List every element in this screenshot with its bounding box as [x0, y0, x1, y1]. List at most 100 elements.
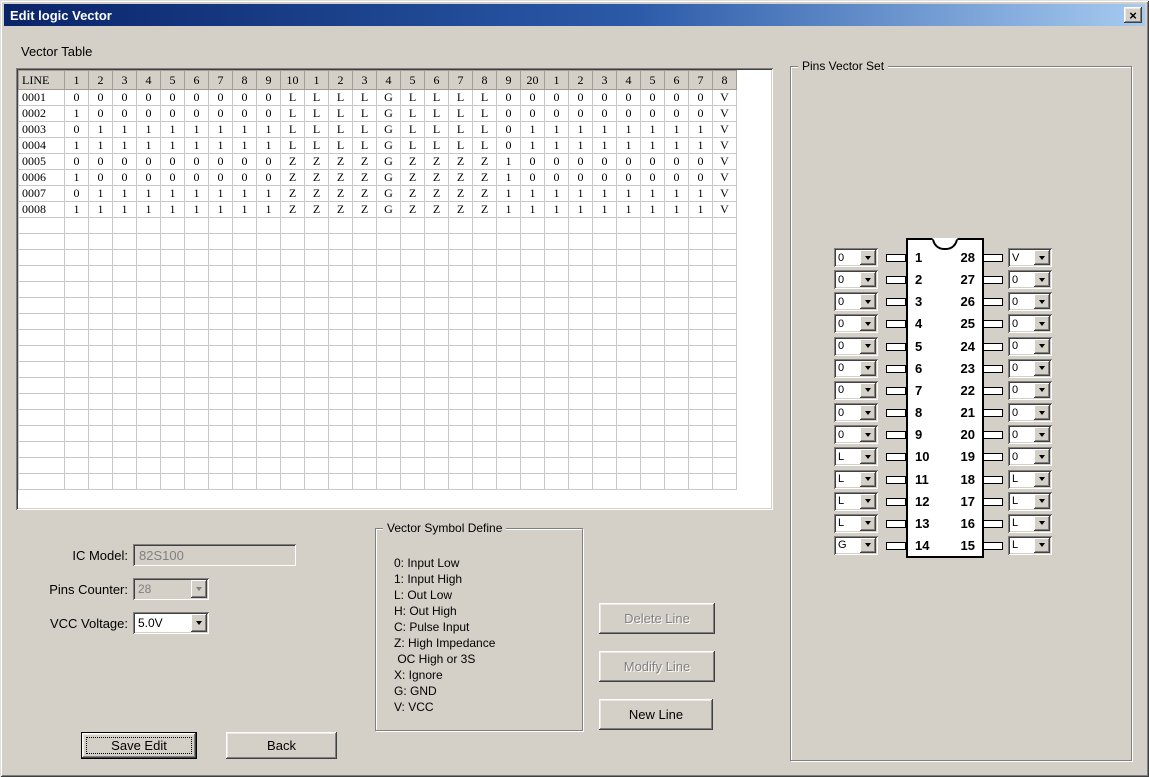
vector-cell[interactable]: 0: [569, 170, 593, 186]
vector-cell[interactable]: Z: [449, 170, 473, 186]
dropdown-arrow-icon[interactable]: [191, 614, 207, 632]
line-number-cell[interactable]: 0007: [19, 186, 65, 202]
vector-cell[interactable]: 0: [665, 154, 689, 170]
pin-14-combo[interactable]: G: [834, 536, 878, 555]
vector-cell[interactable]: Z: [353, 186, 377, 202]
pin-12-combo[interactable]: L: [834, 492, 878, 511]
vector-cell[interactable]: 0: [641, 170, 665, 186]
vector-cell[interactable]: 0: [209, 170, 233, 186]
vector-cell[interactable]: 1: [113, 186, 137, 202]
vector-cell[interactable]: 0: [233, 90, 257, 106]
vector-table[interactable]: LINE123456789101234567892012345678000100…: [16, 68, 773, 510]
vector-cell[interactable]: 0: [617, 90, 641, 106]
pin-28-combo[interactable]: V: [1008, 248, 1052, 267]
vector-cell[interactable]: 1: [89, 186, 113, 202]
vector-cell[interactable]: 0: [113, 90, 137, 106]
vector-cell[interactable]: Z: [329, 154, 353, 170]
vector-cell[interactable]: 0: [689, 170, 713, 186]
vector-cell[interactable]: V: [713, 202, 737, 218]
pin-13-combo[interactable]: L: [834, 514, 878, 533]
vector-cell[interactable]: Z: [473, 170, 497, 186]
vector-cell[interactable]: 0: [521, 170, 545, 186]
vector-cell[interactable]: G: [377, 202, 401, 218]
vector-cell[interactable]: 1: [185, 138, 209, 154]
vector-cell[interactable]: 1: [497, 202, 521, 218]
vector-cell[interactable]: 1: [89, 138, 113, 154]
vector-cell[interactable]: 1: [257, 186, 281, 202]
vector-cell[interactable]: L: [449, 122, 473, 138]
line-number-cell[interactable]: 0002: [19, 106, 65, 122]
vector-row[interactable]: 0001000000000LLLLGLLLL000000000V: [19, 90, 737, 106]
line-number-cell[interactable]: 0005: [19, 154, 65, 170]
pin-8-combo[interactable]: 0: [834, 403, 878, 422]
vector-cell[interactable]: 1: [617, 202, 641, 218]
vector-cell[interactable]: 1: [569, 122, 593, 138]
pin-24-combo[interactable]: 0: [1008, 337, 1052, 356]
vector-cell[interactable]: 0: [137, 170, 161, 186]
vector-cell[interactable]: 1: [65, 202, 89, 218]
dropdown-arrow-icon[interactable]: [860, 449, 876, 464]
line-number-cell[interactable]: 0001: [19, 90, 65, 106]
dropdown-arrow-icon[interactable]: [860, 494, 876, 509]
vector-cell[interactable]: 1: [65, 106, 89, 122]
vector-row[interactable]: 0003011111111LLLLGLLLL011111111V: [19, 122, 737, 138]
vector-cell[interactable]: 1: [497, 154, 521, 170]
pin-26-combo[interactable]: 0: [1008, 292, 1052, 311]
vector-cell[interactable]: 1: [545, 202, 569, 218]
vector-cell[interactable]: 1: [689, 202, 713, 218]
vector-cell[interactable]: G: [377, 122, 401, 138]
vector-cell[interactable]: 0: [665, 170, 689, 186]
vector-cell[interactable]: 0: [89, 154, 113, 170]
vector-cell[interactable]: 1: [689, 122, 713, 138]
pin-7-combo[interactable]: 0: [834, 381, 878, 400]
pin-9-combo[interactable]: 0: [834, 425, 878, 444]
dropdown-arrow-icon[interactable]: [860, 272, 876, 287]
vector-cell[interactable]: 1: [545, 138, 569, 154]
ic-model-field[interactable]: 82S100: [133, 544, 296, 566]
pin-15-combo[interactable]: L: [1008, 536, 1052, 555]
vector-cell[interactable]: Z: [281, 186, 305, 202]
delete-line-button[interactable]: Delete Line: [599, 603, 715, 634]
dropdown-arrow-icon[interactable]: [1034, 383, 1050, 398]
vector-cell[interactable]: 1: [137, 186, 161, 202]
vector-cell[interactable]: 0: [641, 106, 665, 122]
pin-23-combo[interactable]: 0: [1008, 359, 1052, 378]
vector-cell[interactable]: 1: [209, 186, 233, 202]
vector-cell[interactable]: 0: [569, 90, 593, 106]
vector-cell[interactable]: L: [449, 106, 473, 122]
vector-cell[interactable]: 0: [497, 138, 521, 154]
vector-cell[interactable]: G: [377, 138, 401, 154]
vector-cell[interactable]: L: [305, 122, 329, 138]
save-edit-button[interactable]: Save Edit: [81, 732, 197, 759]
vector-cell[interactable]: 1: [665, 202, 689, 218]
vector-cell[interactable]: 0: [137, 154, 161, 170]
vector-row[interactable]: 0005000000000ZZZZGZZZZ100000000V: [19, 154, 737, 170]
vector-cell[interactable]: 0: [113, 106, 137, 122]
vector-cell[interactable]: 0: [257, 170, 281, 186]
modify-line-button[interactable]: Modify Line: [599, 651, 715, 682]
vector-cell[interactable]: 1: [545, 122, 569, 138]
dropdown-arrow-icon[interactable]: [1034, 250, 1050, 265]
vector-cell[interactable]: 1: [233, 138, 257, 154]
vector-cell[interactable]: Z: [329, 170, 353, 186]
vector-cell[interactable]: 0: [233, 170, 257, 186]
vector-cell[interactable]: 1: [521, 122, 545, 138]
dropdown-arrow-icon[interactable]: [860, 405, 876, 420]
vector-cell[interactable]: 1: [665, 138, 689, 154]
vector-cell[interactable]: 1: [65, 138, 89, 154]
dropdown-arrow-icon[interactable]: [1034, 272, 1050, 287]
vector-cell[interactable]: 0: [617, 154, 641, 170]
dropdown-arrow-icon[interactable]: [1034, 538, 1050, 553]
dropdown-arrow-icon[interactable]: [860, 427, 876, 442]
vector-cell[interactable]: Z: [449, 202, 473, 218]
vector-cell[interactable]: Z: [353, 170, 377, 186]
vector-row[interactable]: 0002100000000LLLLGLLLL000000000V: [19, 106, 737, 122]
dropdown-arrow-icon[interactable]: [1034, 427, 1050, 442]
pin-5-combo[interactable]: 0: [834, 337, 878, 356]
dropdown-arrow-icon[interactable]: [860, 294, 876, 309]
vector-cell[interactable]: 0: [593, 90, 617, 106]
vector-cell[interactable]: 0: [641, 90, 665, 106]
vector-cell[interactable]: L: [353, 122, 377, 138]
pin-22-combo[interactable]: 0: [1008, 381, 1052, 400]
vector-cell[interactable]: Z: [473, 202, 497, 218]
